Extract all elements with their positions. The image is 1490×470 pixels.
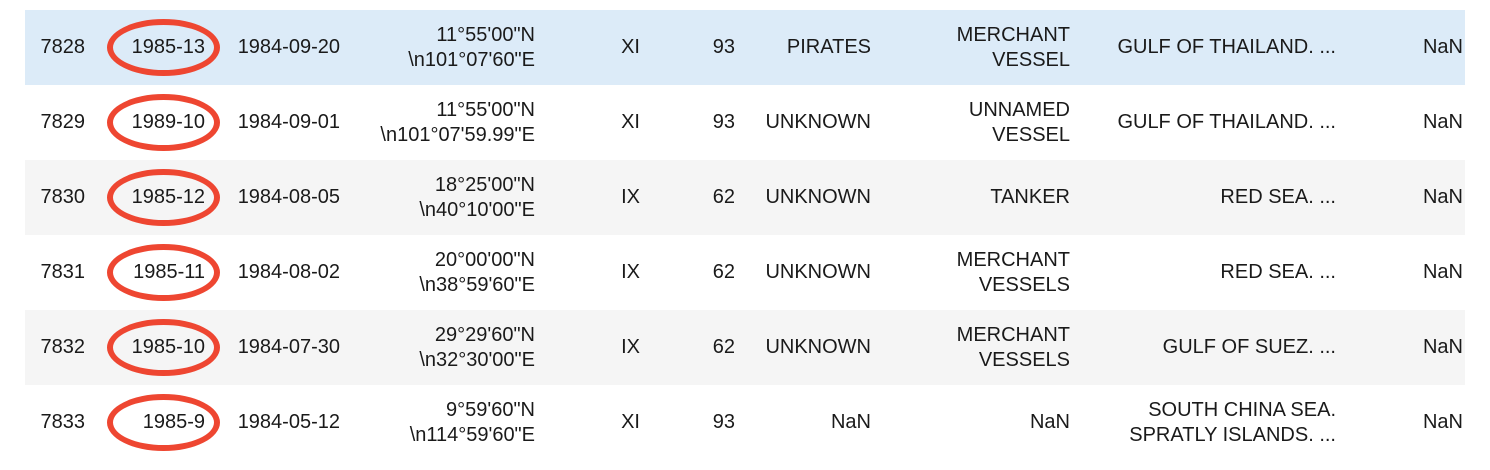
row-index: 7830 <box>40 186 86 208</box>
navarea-cell: 93 <box>712 411 735 433</box>
dataframe-table: 7828 1985-13 1984-09-20 11°55'00"N \n101°… <box>25 10 1465 460</box>
reference-cell: 1985-10 <box>131 336 205 358</box>
location-cell: RED SEA. ... <box>1220 186 1336 208</box>
reference-cell: 1985-11 <box>133 261 205 283</box>
date-cell: 1984-08-02 <box>237 261 340 283</box>
location-cell: RED SEA. ... <box>1220 261 1336 283</box>
row-index: 7833 <box>40 411 86 433</box>
last-cell: NaN <box>1422 186 1463 208</box>
navarea-cell: 93 <box>712 111 735 133</box>
reference-cell: 1985-13 <box>131 36 205 58</box>
table-row[interactable]: 7832 1985-10 1984-07-30 29°29'60"N \n32°3… <box>25 310 1465 385</box>
last-cell: NaN <box>1422 111 1463 133</box>
subregion-cell: IX <box>621 186 640 208</box>
date-cell: 1984-08-05 <box>237 186 340 208</box>
last-cell: NaN <box>1422 261 1463 283</box>
aggressor-cell: UNKNOWN <box>765 186 871 208</box>
reference-cell: 1985-9 <box>142 411 205 433</box>
date-cell: 1984-07-30 <box>237 336 340 358</box>
subregion-cell: XI <box>621 111 640 133</box>
subregion-cell: XI <box>621 36 640 58</box>
victim-cell: MERCHANT VESSEL <box>956 23 1070 71</box>
victim-cell: MERCHANT VESSELS <box>956 323 1070 371</box>
aggressor-cell: NaN <box>830 411 871 433</box>
aggressor-cell: UNKNOWN <box>765 261 871 283</box>
aggressor-cell: PIRATES <box>786 36 871 58</box>
victim-cell: MERCHANT VESSELS <box>956 248 1070 296</box>
reference-cell: 1989-10 <box>131 111 205 133</box>
row-index: 7828 <box>40 36 86 58</box>
date-cell: 1984-09-01 <box>237 111 340 133</box>
navarea-cell: 62 <box>712 186 735 208</box>
navarea-cell: 93 <box>712 36 735 58</box>
table-row[interactable]: 7829 1989-10 1984-09-01 11°55'00"N \n101°… <box>25 85 1465 160</box>
coordinates-cell: 11°55'00"N \n101°07'59.99"E <box>380 98 535 146</box>
coordinates-cell: 9°59'60"N \n114°59'60"E <box>409 398 535 446</box>
table-row[interactable]: 7828 1985-13 1984-09-20 11°55'00"N \n101°… <box>25 10 1465 85</box>
victim-cell: NaN <box>1029 411 1070 433</box>
navarea-cell: 62 <box>712 336 735 358</box>
coordinates-cell: 20°00'00"N \n38°59'60"E <box>419 248 535 296</box>
coordinates-cell: 29°29'60"N \n32°30'00"E <box>419 323 535 371</box>
table-row[interactable]: 7833 1985-9 1984-05-12 9°59'60"N \n114°59… <box>25 385 1465 460</box>
date-cell: 1984-05-12 <box>237 411 340 433</box>
date-cell: 1984-09-20 <box>237 36 340 58</box>
last-cell: NaN <box>1422 36 1463 58</box>
location-cell: GULF OF THAILAND. ... <box>1117 36 1336 58</box>
aggressor-cell: UNKNOWN <box>765 111 871 133</box>
victim-cell: TANKER <box>990 186 1070 208</box>
last-cell: NaN <box>1422 411 1463 433</box>
location-cell: SOUTH CHINA SEA. SPRATLY ISLANDS. ... <box>1129 398 1336 446</box>
subregion-cell: IX <box>621 261 640 283</box>
last-cell: NaN <box>1422 336 1463 358</box>
row-index: 7832 <box>40 336 86 358</box>
location-cell: GULF OF THAILAND. ... <box>1117 111 1336 133</box>
subregion-cell: XI <box>621 411 640 433</box>
row-index: 7831 <box>40 261 86 283</box>
row-index: 7829 <box>40 111 86 133</box>
table-row[interactable]: 7831 1985-11 1984-08-02 20°00'00"N \n38°5… <box>25 235 1465 310</box>
coordinates-cell: 18°25'00"N \n40°10'00"E <box>419 173 535 221</box>
victim-cell: UNNAMED VESSEL <box>968 98 1070 146</box>
navarea-cell: 62 <box>712 261 735 283</box>
location-cell: GULF OF SUEZ. ... <box>1162 336 1336 358</box>
coordinates-cell: 11°55'00"N \n101°07'60"E <box>408 23 535 71</box>
table-row[interactable]: 7830 1985-12 1984-08-05 18°25'00"N \n40°1… <box>25 160 1465 235</box>
reference-cell: 1985-12 <box>131 186 205 208</box>
subregion-cell: IX <box>621 336 640 358</box>
aggressor-cell: UNKNOWN <box>765 336 871 358</box>
